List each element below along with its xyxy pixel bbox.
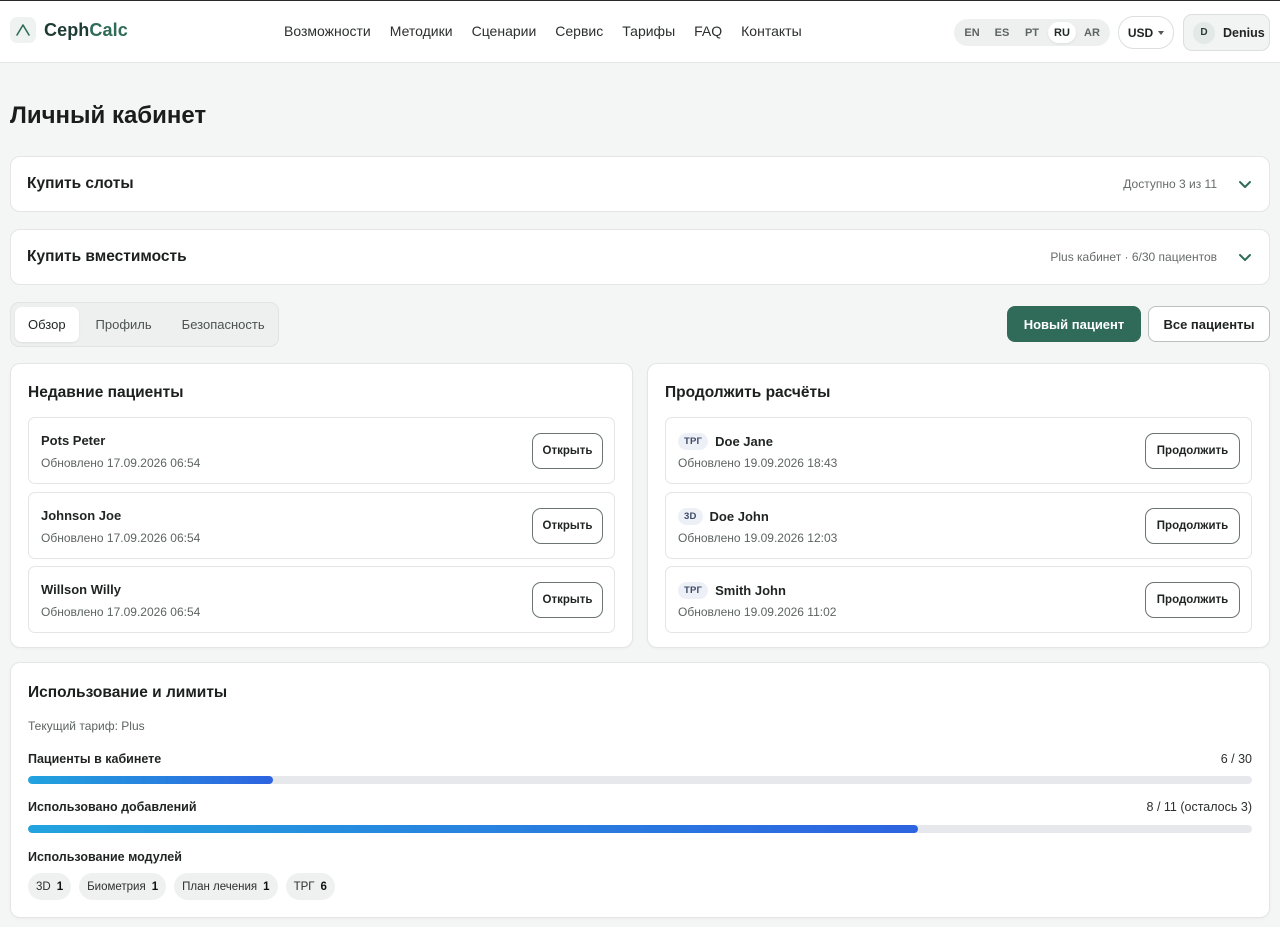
patient-updated: Обновлено 17.09.2026 06:54	[41, 605, 201, 619]
nav-methods[interactable]: Методики	[390, 23, 453, 39]
user-menu[interactable]: D Denius	[1183, 14, 1270, 51]
continue-calculations-card: Продолжить расчёты ТРГ Doe Jane Обновлен…	[647, 363, 1270, 648]
continue-button[interactable]: Продолжить	[1145, 582, 1240, 618]
module-chip: План лечения 1	[174, 873, 278, 900]
lang-ar[interactable]: AR	[1078, 22, 1106, 43]
progress-fill	[28, 776, 273, 784]
nav-scenarios[interactable]: Сценарии	[472, 23, 537, 39]
tab-overview[interactable]: Обзор	[15, 307, 79, 342]
patient-name: 3D Doe John	[678, 508, 769, 525]
patient-updated: Обновлено 19.09.2026 18:43	[678, 456, 838, 470]
recent-patients-card: Недавние пациенты Pots Peter Обновлено 1…	[10, 363, 633, 648]
logo-icon	[10, 17, 36, 43]
module-badge: 3D	[678, 508, 703, 525]
chevron-down-icon	[1239, 254, 1251, 261]
avatar: D	[1193, 21, 1215, 44]
accordion-buy-capacity[interactable]: Купить вместимость Plus кабинет · 6/30 п…	[10, 229, 1270, 285]
list-item: Johnson Joe Обновлено 17.09.2026 06:54 О…	[28, 492, 615, 559]
all-patients-button[interactable]: Все пациенты	[1148, 306, 1270, 342]
lang-pt[interactable]: PT	[1018, 22, 1046, 43]
metric-label: Использовано добавлений	[28, 800, 197, 814]
language-switcher: EN ES PT RU AR	[954, 19, 1110, 46]
nav-contacts[interactable]: Контакты	[741, 23, 801, 39]
metric-value: 8 / 11 (осталось 3)	[1146, 800, 1252, 814]
patient-name: Willson Willy	[41, 582, 121, 597]
account-tabs: Обзор Профиль Безопасность	[10, 302, 279, 347]
list-item: ТРГ Doe Jane Обновлено 19.09.2026 18:43 …	[665, 417, 1252, 484]
module-chip: Биометрия 1	[79, 873, 167, 900]
nav-service[interactable]: Сервис	[555, 23, 603, 39]
module-chips: 3D 1 Биометрия 1 План лечения 1 ТРГ 6	[28, 873, 335, 900]
lang-en[interactable]: EN	[958, 22, 986, 43]
lang-ru[interactable]: RU	[1048, 22, 1076, 43]
continue-button[interactable]: Продолжить	[1145, 508, 1240, 544]
accordion-meta: Доступно 3 из 11	[1123, 177, 1217, 191]
currency-value: USD	[1127, 25, 1154, 40]
brand-name: CephCalc	[44, 19, 128, 40]
lang-es[interactable]: ES	[988, 22, 1016, 43]
patient-updated: Обновлено 19.09.2026 11:02	[678, 605, 837, 619]
card-title: Использование и лимиты	[28, 684, 228, 701]
brand-logo[interactable]: CephCalc	[10, 17, 128, 43]
list-item: 3D Doe John Обновлено 19.09.2026 12:03 П…	[665, 492, 1252, 559]
progress-fill	[28, 825, 919, 833]
module-chip: 3D 1	[28, 873, 72, 900]
list-item: ТРГ Smith John Обновлено 19.09.2026 11:0…	[665, 566, 1252, 633]
list-item: Willson Willy Обновлено 17.09.2026 06:54…	[28, 566, 615, 633]
card-title: Недавние пациенты	[28, 384, 184, 401]
progress-bar-additions	[28, 825, 1252, 833]
open-button[interactable]: Открыть	[532, 582, 603, 618]
tab-profile[interactable]: Профиль	[83, 307, 165, 342]
list-item: Pots Peter Обновлено 17.09.2026 06:54 От…	[28, 417, 615, 484]
new-patient-button[interactable]: Новый пациент	[1007, 306, 1141, 342]
continue-button[interactable]: Продолжить	[1145, 433, 1240, 469]
currency-select[interactable]: USD	[1118, 16, 1174, 49]
user-name: Denius	[1223, 25, 1265, 40]
module-badge: ТРГ	[678, 582, 709, 599]
main-nav: Возможности Методики Сценарии Сервис Тар…	[284, 23, 802, 39]
accordion-title: Купить слоты	[27, 175, 134, 192]
patient-updated: Обновлено 17.09.2026 06:54	[41, 531, 201, 545]
metric-value: 6 / 30	[1220, 752, 1252, 766]
modules-label: Использование модулей	[28, 850, 182, 864]
patient-name: ТРГ Smith John	[678, 582, 786, 599]
patient-name: Johnson Joe	[41, 508, 122, 523]
module-badge: ТРГ	[678, 433, 709, 450]
chevron-down-icon	[1239, 181, 1251, 188]
usage-limits-card: Использование и лимиты Текущий тариф: Pl…	[10, 662, 1270, 918]
nav-features[interactable]: Возможности	[284, 23, 371, 39]
module-chip: ТРГ 6	[285, 873, 335, 900]
accordion-buy-slots[interactable]: Купить слоты Доступно 3 из 11	[10, 156, 1270, 212]
metric-label: Пациенты в кабинете	[28, 752, 162, 766]
card-title: Продолжить расчёты	[665, 384, 831, 401]
patient-updated: Обновлено 19.09.2026 12:03	[678, 531, 838, 545]
accordion-meta: Plus кабинет · 6/30 пациентов	[1050, 250, 1217, 264]
page-title: Личный кабинет	[10, 102, 207, 129]
progress-bar-patients	[28, 776, 1252, 784]
caret-down-icon	[1158, 30, 1165, 35]
open-button[interactable]: Открыть	[532, 433, 603, 469]
nav-faq[interactable]: FAQ	[694, 23, 722, 39]
accordion-title: Купить вместимость	[27, 248, 187, 265]
top-header: CephCalc Возможности Методики Сценарии С…	[0, 0, 1280, 63]
nav-pricing[interactable]: Тарифы	[622, 23, 675, 39]
tab-security[interactable]: Безопасность	[169, 307, 278, 342]
patient-name: Pots Peter	[41, 433, 106, 448]
open-button[interactable]: Открыть	[532, 508, 603, 544]
current-plan: Текущий тариф: Plus	[28, 719, 145, 733]
patient-name: ТРГ Doe Jane	[678, 433, 773, 450]
patient-updated: Обновлено 17.09.2026 06:54	[41, 456, 201, 470]
